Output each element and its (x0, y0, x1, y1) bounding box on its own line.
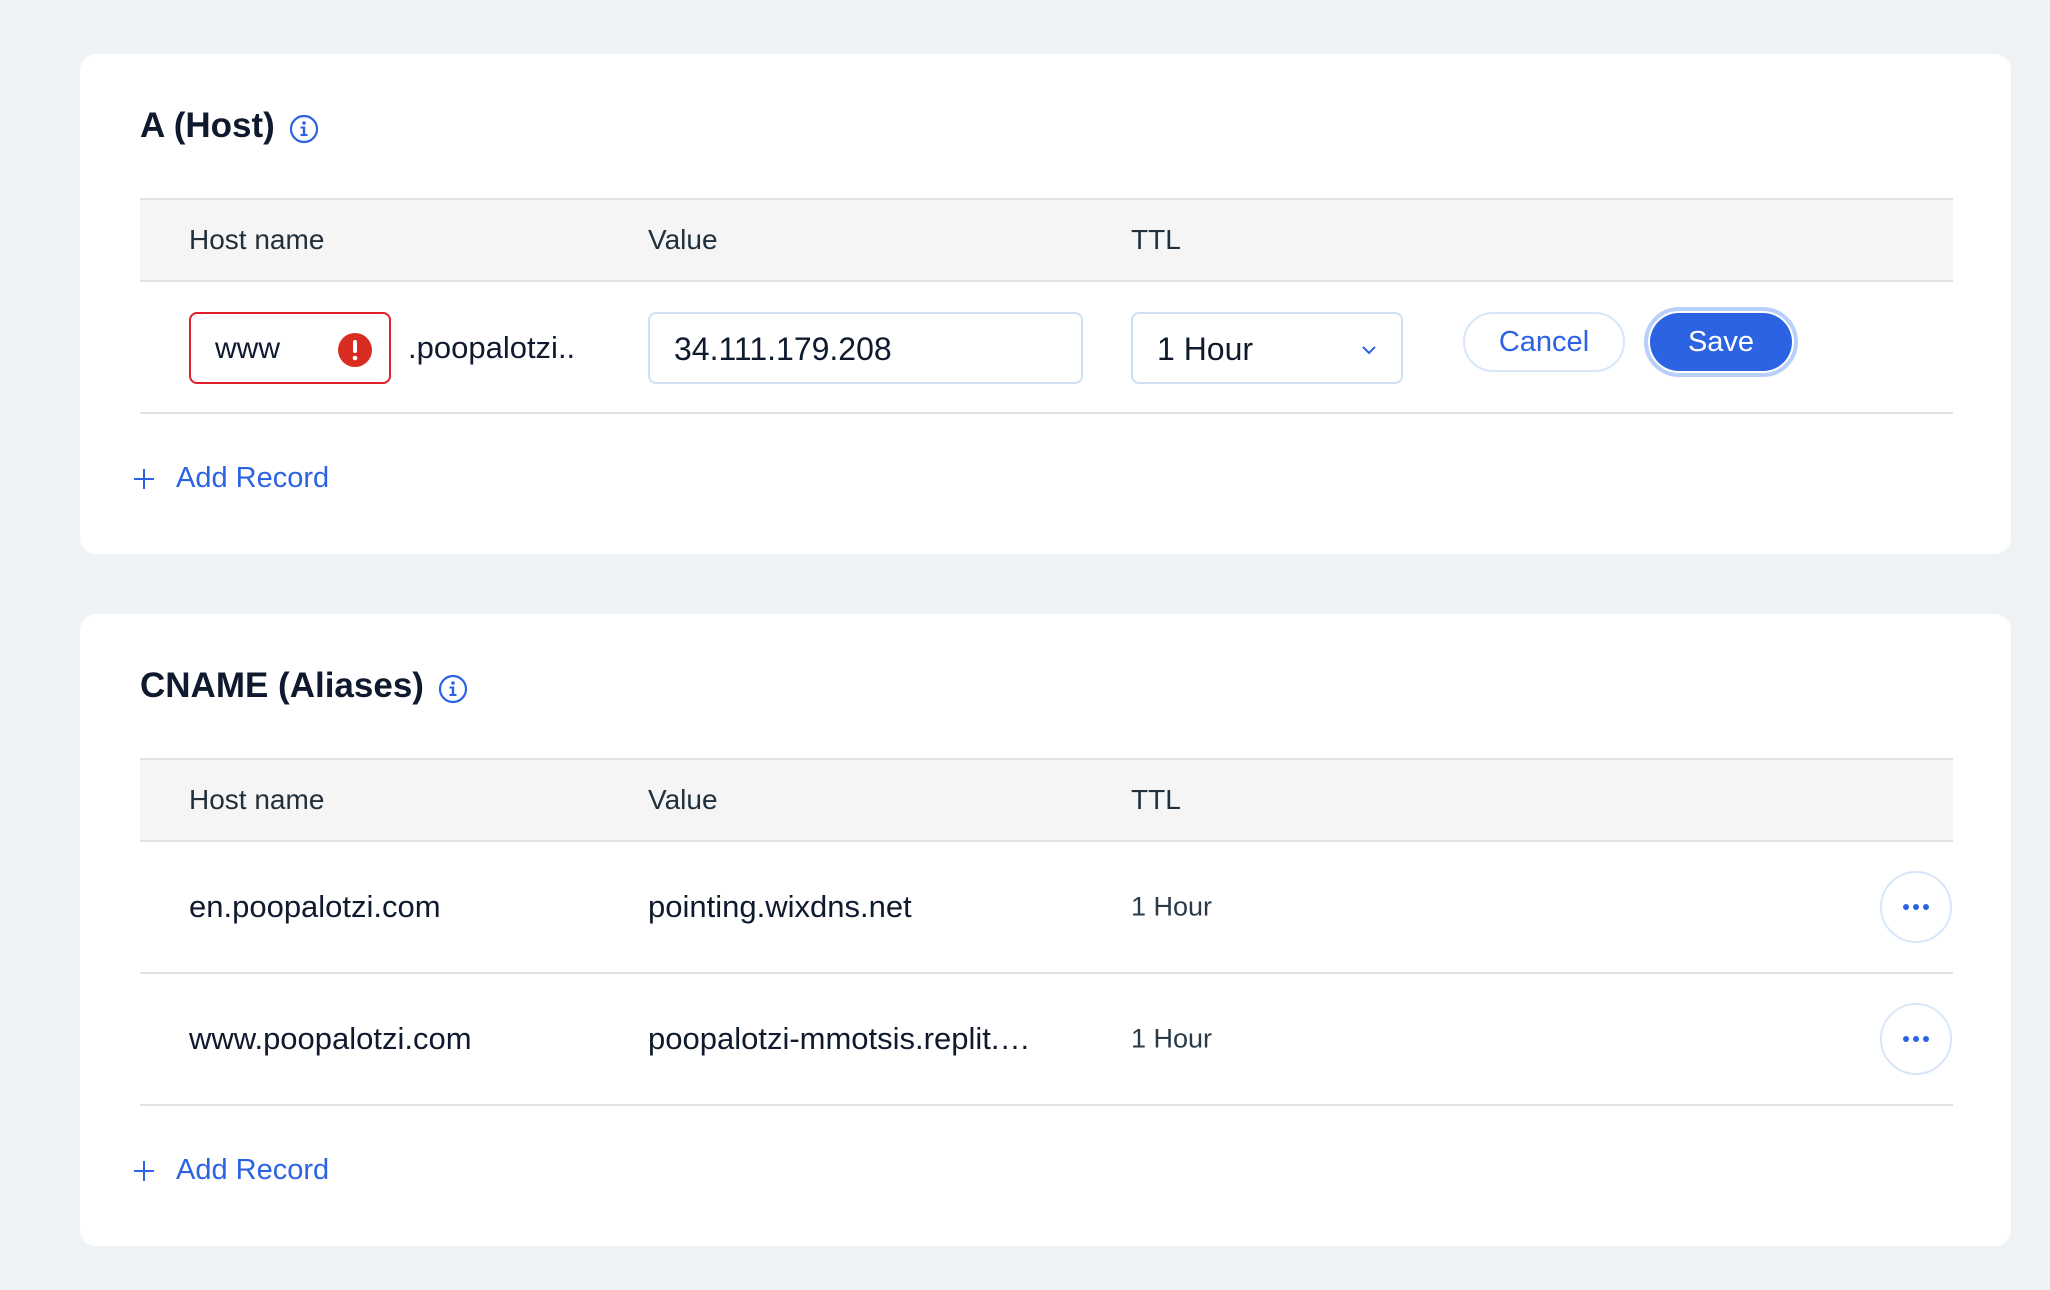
table-header: Host name Value TTL (140, 758, 1953, 842)
more-options-icon (1903, 1036, 1929, 1042)
edit-record-row: www .poopalotzi.. 34.111.179.208 1 Hour … (140, 282, 1953, 414)
column-header-value: Value (648, 784, 718, 815)
row-host-name: en.poopalotzi.com (189, 889, 441, 924)
section-title-text: CNAME (Aliases) (140, 666, 424, 705)
column-header-ttl: TTL (1131, 784, 1181, 815)
section-title-cname: CNAME (Aliases) (140, 666, 468, 706)
a-record-card: A (Host) Host name Value TTL www .poopal… (80, 54, 2011, 554)
host-name-input[interactable]: www (189, 312, 391, 384)
section-title-text: A (Host) (140, 106, 275, 145)
ttl-dropdown[interactable]: 1 Hour (1131, 312, 1403, 384)
domain-suffix: .poopalotzi.. (408, 330, 576, 365)
row-ttl: 1 Hour (1131, 891, 1213, 922)
error-icon (338, 333, 372, 367)
plus-icon (134, 468, 154, 489)
cancel-button[interactable]: Cancel (1463, 312, 1625, 372)
host-name-input-value: www (215, 332, 280, 365)
row-host-name: www.poopalotzi.com (189, 1021, 472, 1056)
add-record-button[interactable]: Add Record (132, 1154, 329, 1187)
ttl-dropdown-value: 1 Hour (1157, 331, 1254, 367)
cname-record-card: CNAME (Aliases) Host name Value TTL en.p… (80, 614, 2011, 1246)
column-header-host-name: Host name (189, 784, 325, 815)
table-row[interactable]: en.poopalotzi.com pointing.wixdns.net 1 … (140, 842, 1953, 974)
table-header: Host name Value TTL (140, 198, 1953, 282)
column-header-value: Value (648, 224, 718, 255)
more-options-button[interactable] (1880, 1003, 1952, 1075)
row-value: pointing.wixdns.net (648, 889, 912, 924)
table-row[interactable]: www.poopalotzi.com poopalotzi-mmotsis.re… (140, 974, 1953, 1106)
section-title-a-host: A (Host) (140, 106, 319, 146)
save-button[interactable]: Save (1650, 313, 1792, 371)
row-ttl: 1 Hour (1131, 1023, 1213, 1054)
add-record-button[interactable]: Add Record (132, 462, 329, 495)
info-icon[interactable] (289, 114, 319, 144)
more-options-icon (1903, 904, 1929, 910)
add-record-label: Add Record (176, 1154, 330, 1186)
more-options-button[interactable] (1880, 871, 1952, 943)
info-icon[interactable] (438, 674, 468, 704)
plus-icon (134, 1160, 154, 1181)
row-value: poopalotzi-mmotsis.replit.… (648, 1021, 1031, 1056)
column-header-ttl: TTL (1131, 224, 1181, 255)
column-header-host-name: Host name (189, 224, 325, 255)
add-record-label: Add Record (176, 462, 330, 494)
value-input-value: 34.111.179.208 (674, 331, 892, 367)
value-input[interactable]: 34.111.179.208 (648, 312, 1083, 384)
chevron-down-icon (1362, 346, 1376, 355)
